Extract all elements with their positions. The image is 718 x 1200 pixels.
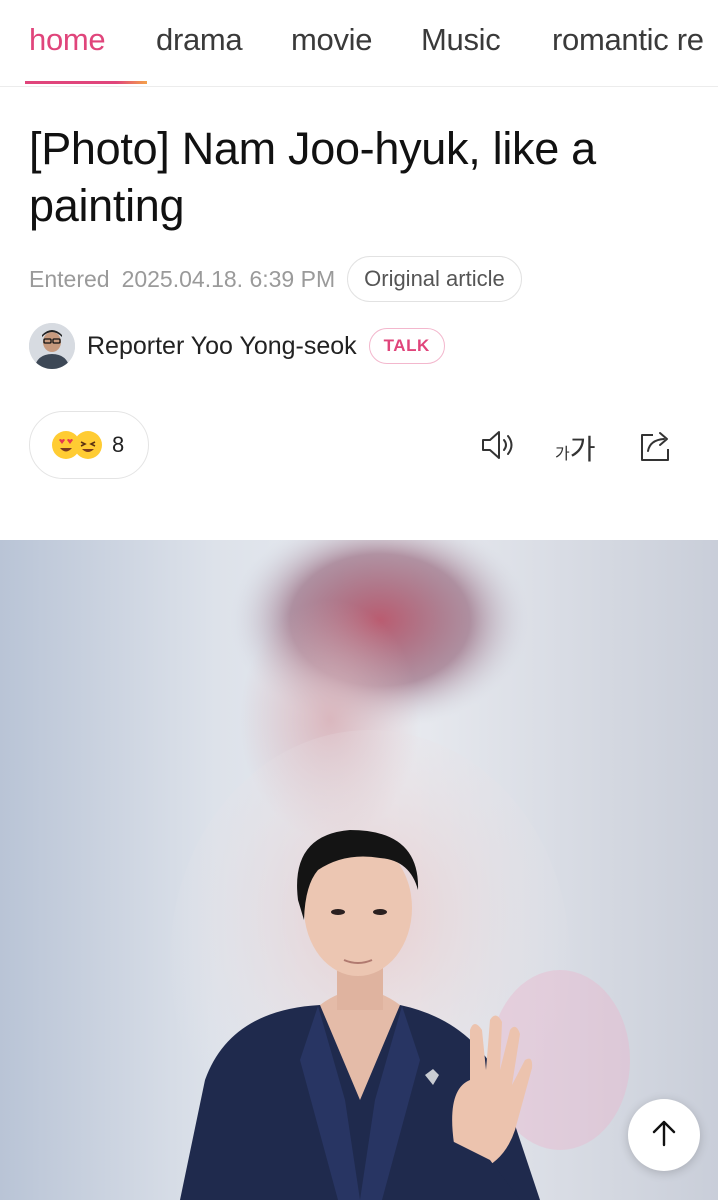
font-size-large-glyph: 가 bbox=[569, 434, 596, 465]
article-photo[interactable] bbox=[0, 540, 718, 1200]
nav-tab-home[interactable]: home bbox=[29, 22, 106, 58]
nav-tab-drama[interactable]: drama bbox=[156, 22, 243, 58]
article-title: [Photo] Nam Joo-hyuk, like a painting bbox=[29, 123, 596, 231]
reaction-button[interactable]: 8 bbox=[29, 411, 149, 479]
entered-label: Entered bbox=[29, 265, 110, 292]
font-size-small-glyph: 가 bbox=[555, 446, 570, 463]
entered-date: 2025.04.18. 6:39 PM bbox=[121, 265, 336, 292]
speaker-icon[interactable] bbox=[478, 425, 518, 465]
reporter-name[interactable]: Reporter Yoo Yong-seok bbox=[87, 332, 357, 361]
font-size-button[interactable]: 가가 bbox=[555, 428, 596, 468]
reporter-row: Reporter Yoo Yong-seok TALK bbox=[29, 322, 445, 370]
original-article-button[interactable]: Original article bbox=[347, 256, 522, 302]
article-meta: Entered 2025.04.18. 6:39 PM Original art… bbox=[29, 256, 522, 302]
arrow-up-icon bbox=[649, 1118, 679, 1153]
share-icon[interactable] bbox=[636, 425, 676, 465]
active-tab-indicator bbox=[25, 81, 147, 84]
talk-badge[interactable]: TALK bbox=[368, 328, 445, 364]
laughing-emoji-icon bbox=[74, 431, 102, 459]
category-nav: home drama movie Music romantic re bbox=[0, 0, 718, 87]
nav-tab-music[interactable]: Music bbox=[421, 22, 501, 58]
reporter-avatar[interactable] bbox=[29, 323, 75, 369]
reaction-count: 8 bbox=[112, 432, 125, 457]
scroll-to-top-button[interactable] bbox=[628, 1099, 700, 1171]
nav-tab-movie[interactable]: movie bbox=[291, 22, 373, 58]
nav-tab-romantic[interactable]: romantic re bbox=[552, 22, 704, 58]
